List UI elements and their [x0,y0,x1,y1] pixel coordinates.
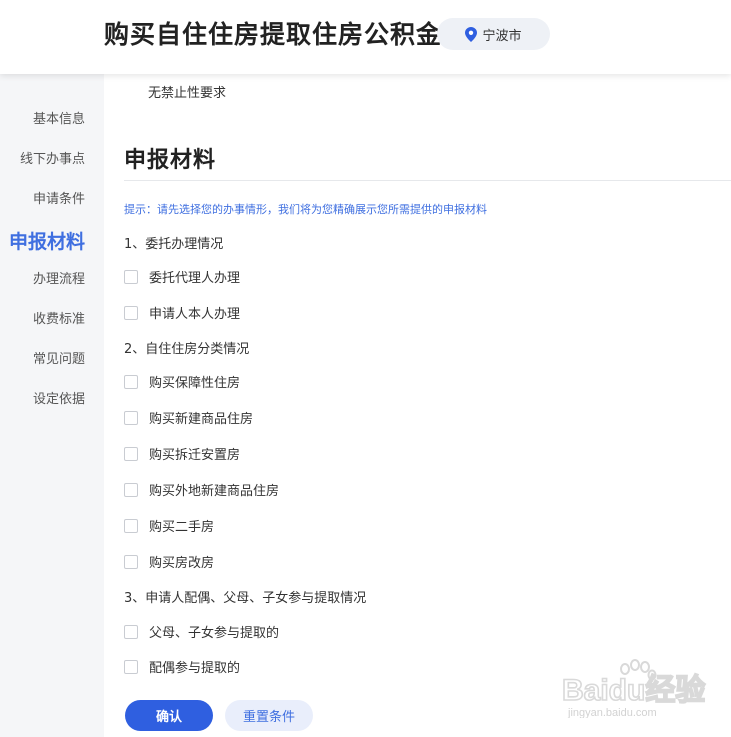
checkbox[interactable] [124,482,138,497]
option-nonlocal-new-housing[interactable]: 购买外地新建商品住房 [124,480,279,499]
checkbox[interactable] [124,374,138,389]
sidebar-item-faq[interactable]: 常见问题 [33,348,85,367]
option-affordable-housing[interactable]: 购买保障性住房 [124,372,240,391]
main-content: 无禁止性要求 申报材料 提示：请先选择您的办事情形，我们将为您精确展示您所需提供… [104,74,731,737]
option-relocation-housing[interactable]: 购买拆迁安置房 [124,444,240,463]
group-title-family-participation: 3、申请人配偶、父母、子女参与提取情况 [124,591,367,606]
hint-text: 提示：请先选择您的办事情形，我们将为您精确展示您所需提供的申报材料 [124,203,487,216]
page-title: 购买自住住房提取住房公积金 [104,20,443,49]
location-label: 宁波市 [482,28,522,44]
checkbox[interactable] [124,554,138,569]
page-header: 购买自住住房提取住房公积金 宁波市 [0,0,731,74]
option-label: 申请人本人办理 [149,307,241,322]
option-spouse[interactable]: 配偶参与提取的 [124,657,240,676]
sidebar-item-conditions[interactable]: 申请条件 [33,188,85,207]
checkbox[interactable] [124,410,138,425]
reset-conditions-button[interactable]: 重置条件 [225,700,313,731]
option-label: 购买保障性住房 [149,376,241,391]
option-label: 购买房改房 [149,556,215,571]
option-label: 购买二手房 [149,520,215,535]
checkbox[interactable] [124,446,138,461]
sidebar-item-process[interactable]: 办理流程 [33,268,85,287]
checkbox[interactable] [124,624,138,639]
watermark-url: jingyan.baidu.com [567,707,657,718]
location-selector[interactable]: 宁波市 [437,18,550,50]
sidebar-item-legal-basis[interactable]: 设定依据 [33,388,85,407]
option-delegate-agent[interactable]: 委托代理人办理 [124,267,240,286]
group-title-delegation: 1、委托办理情况 [124,237,224,252]
checkbox[interactable] [124,305,138,320]
section-divider [124,180,731,181]
checkbox[interactable] [124,269,138,284]
option-label: 购买拆迁安置房 [149,448,241,463]
option-second-hand-housing[interactable]: 购买二手房 [124,516,214,535]
baidu-watermark: Baidu经验 jingyan.baidu.com [561,656,722,719]
option-label: 委托代理人办理 [149,271,241,286]
section-title: 申报材料 [124,148,217,173]
option-applicant-self[interactable]: 申请人本人办理 [124,303,240,322]
option-label: 购买外地新建商品住房 [149,484,280,499]
sidebar-item-materials[interactable]: 申报材料 [9,227,85,254]
option-label: 父母、子女参与提取的 [149,626,280,641]
group-title-housing-type: 2、自住住房分类情况 [124,342,250,357]
baidu-paw-icon: Baidu经验 jingyan.baidu.com [561,659,706,719]
option-label: 配偶参与提取的 [149,661,241,676]
option-label: 购买新建商品住房 [149,412,254,427]
checkbox[interactable] [124,659,138,674]
checkbox[interactable] [124,518,138,533]
previous-section-text: 无禁止性要求 [148,86,227,101]
option-reform-housing[interactable]: 购买房改房 [124,552,214,571]
option-parents-children[interactable]: 父母、子女参与提取的 [124,622,279,641]
sidebar-item-basic-info[interactable]: 基本信息 [33,108,85,127]
watermark-brand: Baidu经验 [562,673,705,707]
sidebar-nav: 基本信息 线下办事点 申请条件 申报材料 办理流程 收费标准 常见问题 设定依据 [0,74,104,737]
map-pin-icon [465,26,478,42]
sidebar-item-offline-locations[interactable]: 线下办事点 [20,148,85,167]
confirm-button[interactable]: 确认 [125,700,213,731]
option-new-commercial-housing[interactable]: 购买新建商品住房 [124,408,253,427]
sidebar-item-fees[interactable]: 收费标准 [33,308,85,327]
